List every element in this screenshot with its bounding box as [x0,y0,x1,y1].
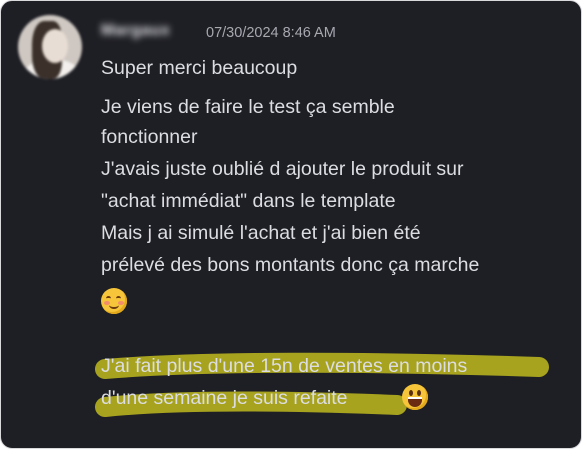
relieved-face-icon [101,288,127,314]
message-timestamp: 07/30/2024 8:46 AM [206,25,336,41]
message-line-5: "achat immédiat" dans le template [101,190,396,212]
message-line-8: J'ai fait plus d'une 15n de ventes en mo… [101,355,468,377]
message-line-6: Mais j ai simulé l'achat et j'ai bien ét… [101,222,421,244]
message-line-1: Super merci beaucoup [101,57,298,79]
user-avatar[interactable] [18,15,82,79]
grinning-face-icon [402,384,428,410]
author-name[interactable]: Margaux [101,22,170,40]
chat-message-card: Margaux 07/30/2024 8:46 AM Super merci b… [0,0,582,449]
message-line-7: prélevé des bons montants donc ça marche [101,254,480,276]
message-line-2: Je viens de faire le test ça semble [101,96,395,118]
message-line-9: d'une semaine je suis refaite [101,387,348,409]
message-line-4: J'avais juste oublié d ajouter le produi… [101,158,464,180]
message-line-3: fonctionner [101,126,198,148]
